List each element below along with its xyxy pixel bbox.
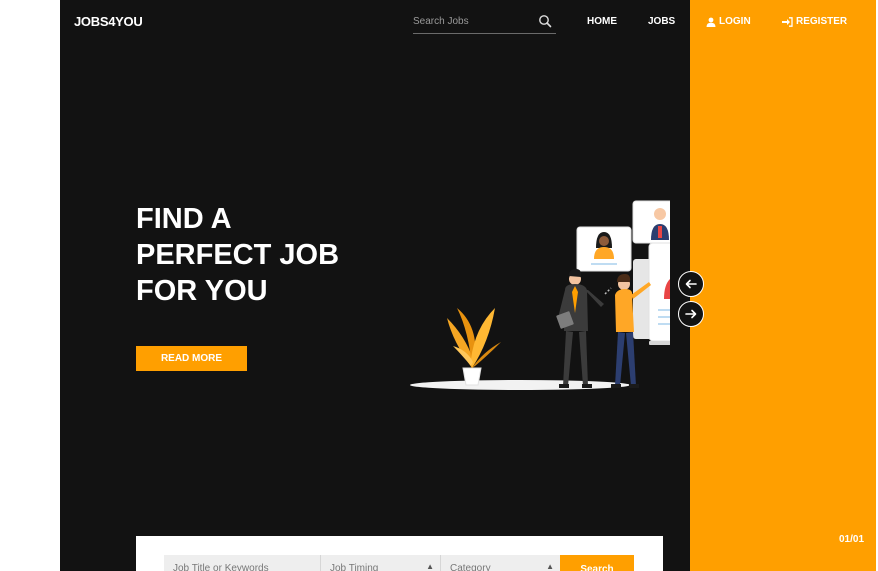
hero-title-line: PERFECT JOB	[136, 239, 340, 271]
select-caret-icon: ▲▼	[426, 562, 434, 571]
read-more-button[interactable]: READ MORE	[136, 346, 247, 371]
search-submit-button[interactable]: Search	[560, 555, 634, 571]
nav-register-label: REGISTER	[796, 16, 848, 27]
job-search-illustration	[410, 200, 670, 390]
slider-prev-button[interactable]	[678, 271, 704, 297]
keyword-input[interactable]: Job Title or Keywords	[164, 555, 320, 571]
job-search-form: Job Title or Keywords Job Timing ▲▼ Cate…	[136, 536, 663, 571]
hero-title-line: FIND A	[136, 203, 232, 235]
page: JOBS4YOU HOME JOBS LOGIN REGISTER FIND A…	[60, 0, 878, 571]
arrow-right-icon	[685, 309, 697, 319]
nav-jobs[interactable]: JOBS	[648, 16, 675, 27]
category-label: Category	[450, 563, 491, 571]
search-icon[interactable]	[538, 14, 552, 28]
accent-panel	[690, 0, 878, 571]
arrow-left-icon	[685, 279, 697, 289]
nav-home[interactable]: HOME	[587, 16, 617, 27]
slide-counter: 01/01	[839, 534, 865, 545]
nav-login-label: LOGIN	[719, 16, 751, 27]
hero-title: FIND A PERFECT JOB FOR YOU	[136, 201, 396, 309]
search-input[interactable]	[413, 10, 531, 32]
job-timing-label: Job Timing	[330, 563, 379, 571]
nav-login[interactable]: LOGIN	[706, 16, 751, 27]
user-icon	[706, 17, 716, 27]
brand-logo[interactable]: JOBS4YOU	[74, 14, 143, 29]
hero-title-line: FOR YOU	[136, 275, 268, 307]
category-select[interactable]: Category ▲▼	[441, 555, 560, 571]
job-timing-select[interactable]: Job Timing ▲▼	[321, 555, 440, 571]
nav-register[interactable]: REGISTER	[782, 16, 847, 27]
slider-next-button[interactable]	[678, 301, 704, 327]
header-search	[413, 10, 556, 34]
sign-in-icon	[782, 16, 793, 27]
select-caret-icon: ▲▼	[546, 562, 554, 571]
